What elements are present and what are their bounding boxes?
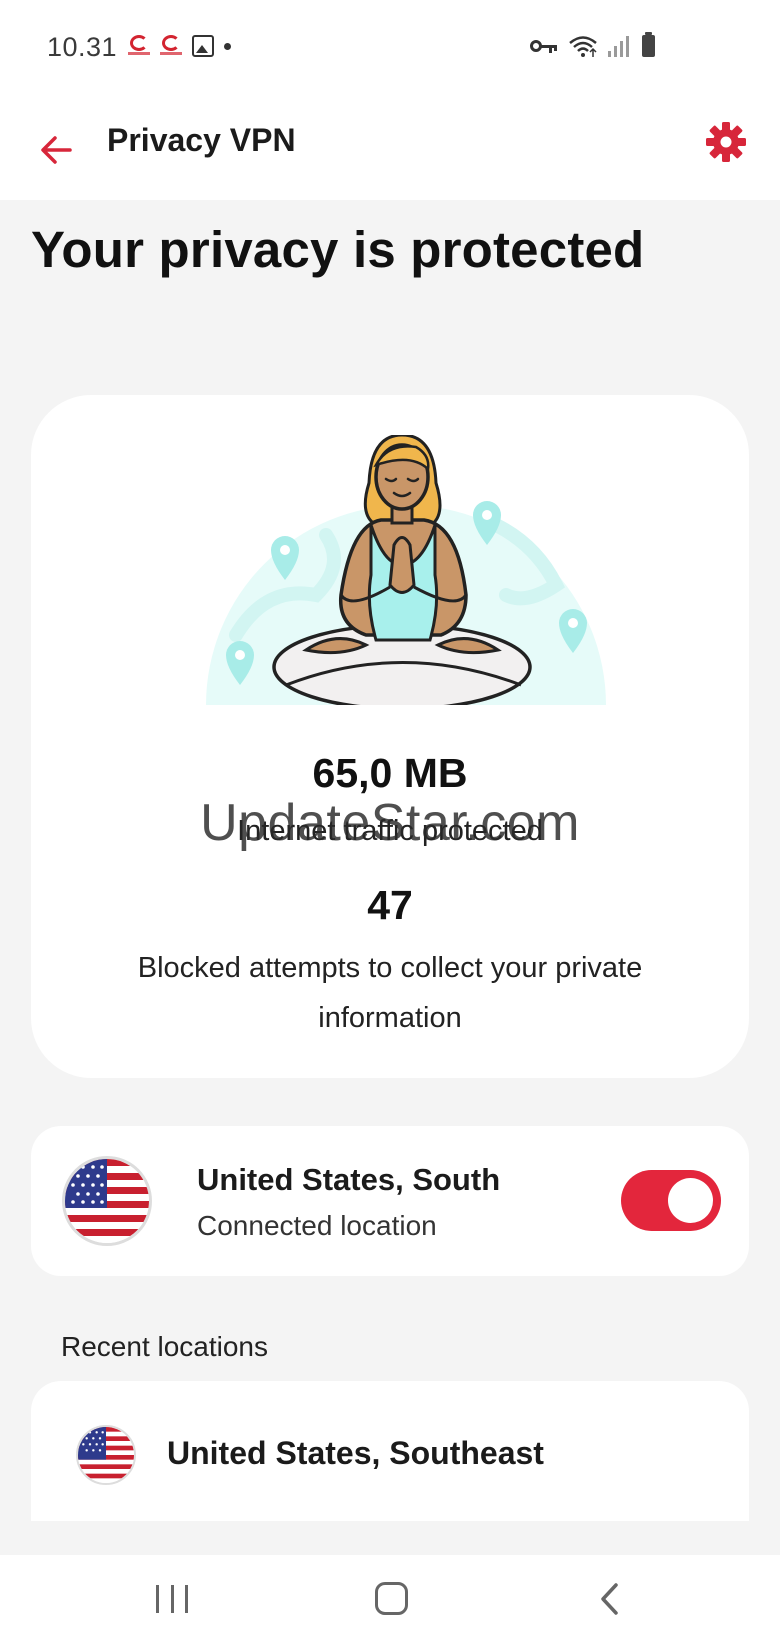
page-title: Privacy VPN <box>107 122 296 158</box>
battery-icon <box>642 32 655 57</box>
signal-icon <box>608 35 632 57</box>
connected-location-card[interactable]: United States, South Connected location <box>31 1126 749 1276</box>
blocked-attempts-label: Blocked attempts to collect your private… <box>137 952 643 1034</box>
vpn-key-icon <box>530 37 558 55</box>
watermark: UpdateStar.com <box>200 794 580 852</box>
notification-icons <box>128 34 231 58</box>
us-flag-icon <box>76 1425 136 1485</box>
status-bar: 10.31 <box>0 0 780 100</box>
meditating-person-illustration <box>206 435 606 705</box>
status-time: 10.31 <box>47 32 118 62</box>
blocked-attempts-value: 47 <box>367 882 413 928</box>
protection-stats-card: 65,0 MB Internet traffic protected Updat… <box>31 395 749 1078</box>
connection-status-label: Connected location <box>197 1210 437 1241</box>
app-bar: Privacy VPN <box>0 100 780 200</box>
system-nav-bar <box>0 1555 780 1646</box>
system-icons <box>530 32 655 58</box>
connected-location-name: United States, South <box>197 1162 501 1197</box>
dot-icon <box>224 42 231 50</box>
recents-icon[interactable] <box>156 1585 188 1615</box>
privacy-status-heading: Your privacy is protected <box>31 221 645 278</box>
gear-icon[interactable] <box>704 120 748 164</box>
toggle-knob <box>668 1178 713 1223</box>
secure-app-icon <box>128 34 150 58</box>
secure-app-icon <box>160 34 182 58</box>
home-icon[interactable] <box>375 1582 408 1615</box>
traffic-protected-value: 65,0 MB <box>312 750 468 796</box>
us-flag-icon <box>62 1156 152 1246</box>
recent-location-name: United States, Southeast <box>167 1435 544 1471</box>
recent-location-item[interactable]: United States, Southeast <box>31 1381 749 1521</box>
vpn-toggle[interactable] <box>621 1170 721 1231</box>
recent-locations-heading: Recent locations <box>61 1331 269 1362</box>
back-arrow-icon[interactable] <box>36 130 76 170</box>
image-icon <box>192 35 214 57</box>
wifi-icon <box>569 36 597 57</box>
back-icon[interactable] <box>598 1581 622 1617</box>
